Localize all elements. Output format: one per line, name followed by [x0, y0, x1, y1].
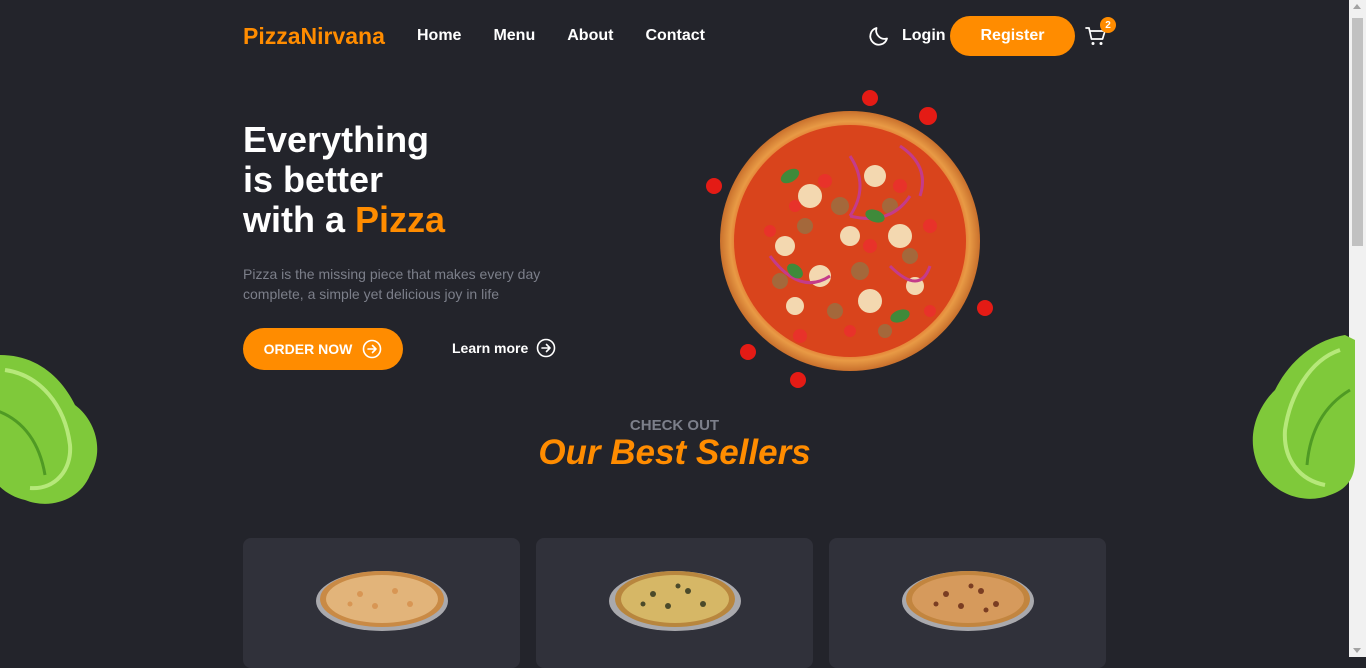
cart-count-badge: 2: [1100, 17, 1116, 33]
hero-title-line-3: with a: [243, 199, 356, 240]
register-button[interactable]: Register: [950, 16, 1075, 56]
order-now-button[interactable]: ORDER NOW: [243, 328, 403, 370]
scroll-down-arrow-icon[interactable]: [1353, 648, 1361, 653]
learn-more-link[interactable]: Learn more: [452, 338, 556, 358]
hero-title-line-1: Everything: [243, 119, 430, 160]
site-header: PizzaNirvana Home Menu About Contact Log…: [243, 14, 1116, 58]
main-nav: Home Menu About Contact: [417, 27, 737, 45]
pizza-image: [902, 571, 1034, 631]
best-seller-card[interactable]: [243, 538, 520, 668]
nav-home[interactable]: Home: [417, 27, 461, 45]
scroll-up-arrow-icon[interactable]: [1353, 4, 1361, 9]
best-seller-card[interactable]: [829, 538, 1106, 668]
best-sellers-kicker: CHECK OUT: [629, 417, 720, 434]
nav-about[interactable]: About: [567, 27, 613, 45]
hero-title-line-2: is better: [243, 159, 384, 200]
page-scrollbar[interactable]: [1349, 0, 1366, 657]
nav-contact[interactable]: Contact: [645, 27, 705, 45]
moon-icon[interactable]: [867, 24, 891, 48]
pizza-image: [316, 571, 448, 631]
best-seller-card[interactable]: [536, 538, 813, 668]
arrow-right-circle-icon: [536, 338, 556, 358]
scroll-thumb[interactable]: [1352, 18, 1363, 246]
hero-title-accent: Pizza: [355, 199, 446, 240]
hero-subtitle: Pizza is the missing piece that makes ev…: [243, 266, 541, 302]
login-link[interactable]: Login: [902, 27, 946, 45]
hero-pizza-image: [706, 90, 993, 388]
nav-menu[interactable]: Menu: [493, 27, 535, 45]
arrow-right-circle-icon: [363, 339, 382, 359]
best-sellers-title: Our Best Sellers: [538, 433, 811, 472]
order-now-label: ORDER NOW: [263, 341, 353, 357]
learn-more-label: Learn more: [452, 340, 529, 356]
brand-logo[interactable]: PizzaNirvana: [243, 23, 385, 50]
pizza-image: [609, 571, 741, 631]
hero-title: Everything is better with a Pizza: [243, 120, 445, 240]
